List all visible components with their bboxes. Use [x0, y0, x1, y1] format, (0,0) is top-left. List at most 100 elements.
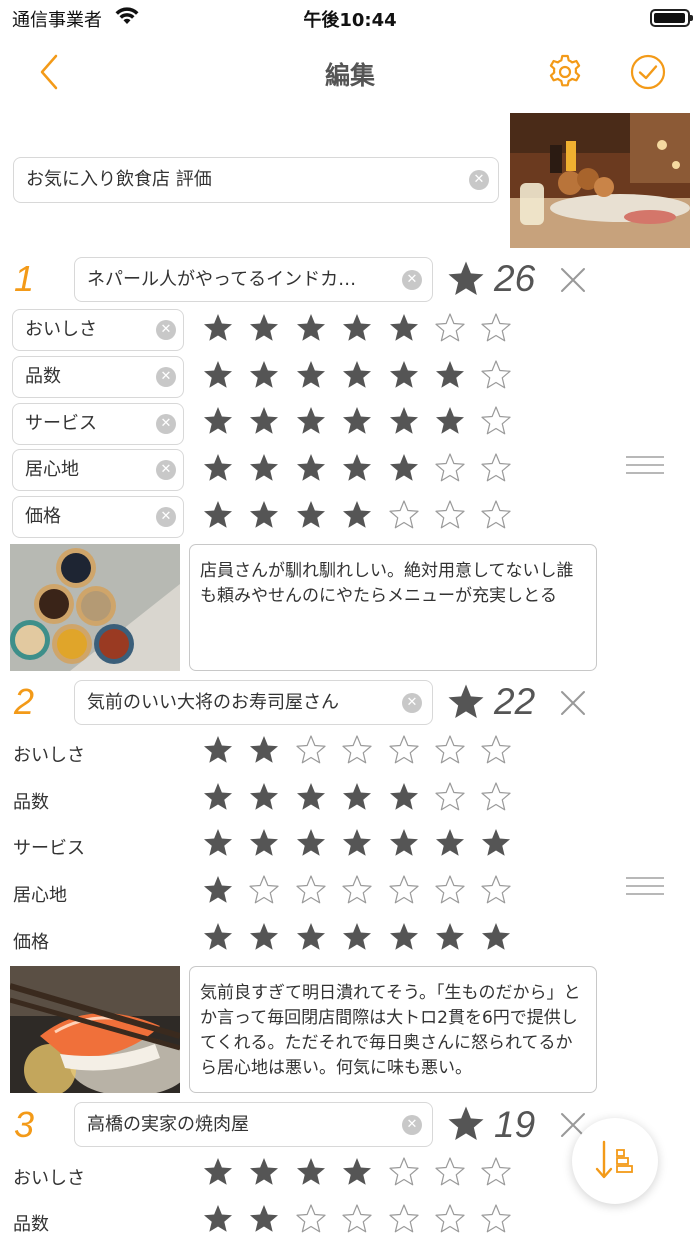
rating-stars[interactable]: [202, 917, 532, 957]
drag-handle-icon[interactable]: [626, 877, 664, 897]
clear-icon[interactable]: ✕: [156, 320, 176, 340]
star-empty-icon[interactable]: [388, 874, 420, 906]
entry-photo[interactable]: [10, 966, 180, 1093]
rating-stars[interactable]: [202, 355, 532, 395]
star-filled-icon[interactable]: [248, 921, 280, 953]
star-filled-icon[interactable]: [295, 781, 327, 813]
star-empty-icon[interactable]: [388, 734, 420, 766]
star-empty-icon[interactable]: [480, 452, 512, 484]
star-empty-icon[interactable]: [480, 312, 512, 344]
star-empty-icon[interactable]: [388, 499, 420, 531]
star-filled-icon[interactable]: [202, 499, 234, 531]
star-filled-icon[interactable]: [434, 921, 466, 953]
rating-stars[interactable]: [202, 823, 532, 863]
rating-stars[interactable]: [202, 777, 532, 817]
star-filled-icon[interactable]: [248, 452, 280, 484]
star-filled-icon[interactable]: [434, 359, 466, 391]
drag-handle-icon[interactable]: [626, 456, 664, 476]
restaurant-name-field[interactable]: 高橋の実家の焼肉屋 ✕: [74, 1102, 433, 1147]
star-filled-icon[interactable]: [295, 452, 327, 484]
star-filled-icon[interactable]: [341, 1156, 373, 1188]
star-filled-icon[interactable]: [248, 1156, 280, 1188]
star-filled-icon[interactable]: [202, 312, 234, 344]
star-filled-icon[interactable]: [341, 921, 373, 953]
category-field[interactable]: 居心地 ✕: [12, 449, 184, 491]
star-filled-icon[interactable]: [388, 359, 420, 391]
star-filled-icon[interactable]: [248, 359, 280, 391]
star-filled-icon[interactable]: [388, 781, 420, 813]
rating-stars[interactable]: [202, 730, 532, 770]
star-filled-icon[interactable]: [248, 1203, 280, 1235]
star-empty-icon[interactable]: [341, 874, 373, 906]
category-field[interactable]: 品数 ✕: [12, 356, 184, 398]
star-filled-icon[interactable]: [248, 405, 280, 437]
star-filled-icon[interactable]: [248, 312, 280, 344]
sort-button[interactable]: [572, 1118, 658, 1204]
star-empty-icon[interactable]: [480, 405, 512, 437]
category-field[interactable]: おいしさ ✕: [12, 309, 184, 351]
comment-text[interactable]: 気前良すぎて明日潰れてそう。「生ものだから」とか言って毎回閉店間際は大トロ2貫を…: [189, 966, 597, 1093]
star-filled-icon[interactable]: [388, 405, 420, 437]
star-empty-icon[interactable]: [388, 1203, 420, 1235]
star-filled-icon[interactable]: [341, 827, 373, 859]
star-filled-icon[interactable]: [248, 781, 280, 813]
close-icon[interactable]: [558, 265, 588, 295]
star-filled-icon[interactable]: [341, 499, 373, 531]
star-empty-icon[interactable]: [388, 1156, 420, 1188]
category-field[interactable]: サービス ✕: [12, 403, 184, 445]
star-empty-icon[interactable]: [434, 312, 466, 344]
star-filled-icon[interactable]: [388, 452, 420, 484]
close-icon[interactable]: [558, 688, 588, 718]
star-filled-icon[interactable]: [295, 499, 327, 531]
category-field[interactable]: 価格 ✕: [12, 496, 184, 538]
star-empty-icon[interactable]: [341, 1203, 373, 1235]
star-empty-icon[interactable]: [480, 781, 512, 813]
comment-text[interactable]: 店員さんが馴れ馴れしい。絶対用意してないし誰も頼みやせんのにやたらメニューが充実…: [189, 544, 597, 671]
star-filled-icon[interactable]: [248, 734, 280, 766]
restaurant-name-field[interactable]: 気前のいい大将のお寿司屋さん ✕: [74, 680, 433, 725]
clear-icon[interactable]: ✕: [156, 460, 176, 480]
star-filled-icon[interactable]: [295, 312, 327, 344]
rating-stars[interactable]: [202, 1199, 532, 1239]
star-filled-icon[interactable]: [434, 827, 466, 859]
clear-icon[interactable]: ✕: [156, 414, 176, 434]
star-empty-icon[interactable]: [248, 874, 280, 906]
gear-icon[interactable]: [546, 53, 584, 91]
star-empty-icon[interactable]: [434, 499, 466, 531]
star-filled-icon[interactable]: [341, 452, 373, 484]
clear-icon[interactable]: ✕: [402, 1115, 422, 1135]
star-filled-icon[interactable]: [248, 827, 280, 859]
star-empty-icon[interactable]: [295, 1203, 327, 1235]
star-empty-icon[interactable]: [480, 734, 512, 766]
star-empty-icon[interactable]: [434, 1203, 466, 1235]
rating-stars[interactable]: [202, 495, 532, 535]
star-empty-icon[interactable]: [434, 874, 466, 906]
star-filled-icon[interactable]: [202, 405, 234, 437]
star-filled-icon[interactable]: [480, 921, 512, 953]
star-empty-icon[interactable]: [295, 874, 327, 906]
clear-icon[interactable]: ✕: [156, 367, 176, 387]
star-filled-icon[interactable]: [480, 827, 512, 859]
star-empty-icon[interactable]: [434, 452, 466, 484]
star-filled-icon[interactable]: [341, 405, 373, 437]
rating-stars[interactable]: [202, 308, 532, 348]
rating-stars[interactable]: [202, 1152, 532, 1192]
star-filled-icon[interactable]: [388, 921, 420, 953]
done-button[interactable]: [630, 54, 666, 90]
star-filled-icon[interactable]: [341, 312, 373, 344]
star-filled-icon[interactable]: [248, 499, 280, 531]
star-empty-icon[interactable]: [480, 499, 512, 531]
star-filled-icon[interactable]: [202, 827, 234, 859]
rating-stars[interactable]: [202, 870, 532, 910]
star-filled-icon[interactable]: [202, 1203, 234, 1235]
rating-stars[interactable]: [202, 401, 532, 441]
list-title-field[interactable]: お気に入り飲食店 評価 ✕: [13, 157, 499, 203]
star-filled-icon[interactable]: [434, 405, 466, 437]
clear-icon[interactable]: ✕: [402, 693, 422, 713]
star-empty-icon[interactable]: [480, 359, 512, 391]
star-filled-icon[interactable]: [388, 312, 420, 344]
star-filled-icon[interactable]: [295, 405, 327, 437]
star-filled-icon[interactable]: [341, 781, 373, 813]
star-empty-icon[interactable]: [295, 734, 327, 766]
star-filled-icon[interactable]: [295, 827, 327, 859]
